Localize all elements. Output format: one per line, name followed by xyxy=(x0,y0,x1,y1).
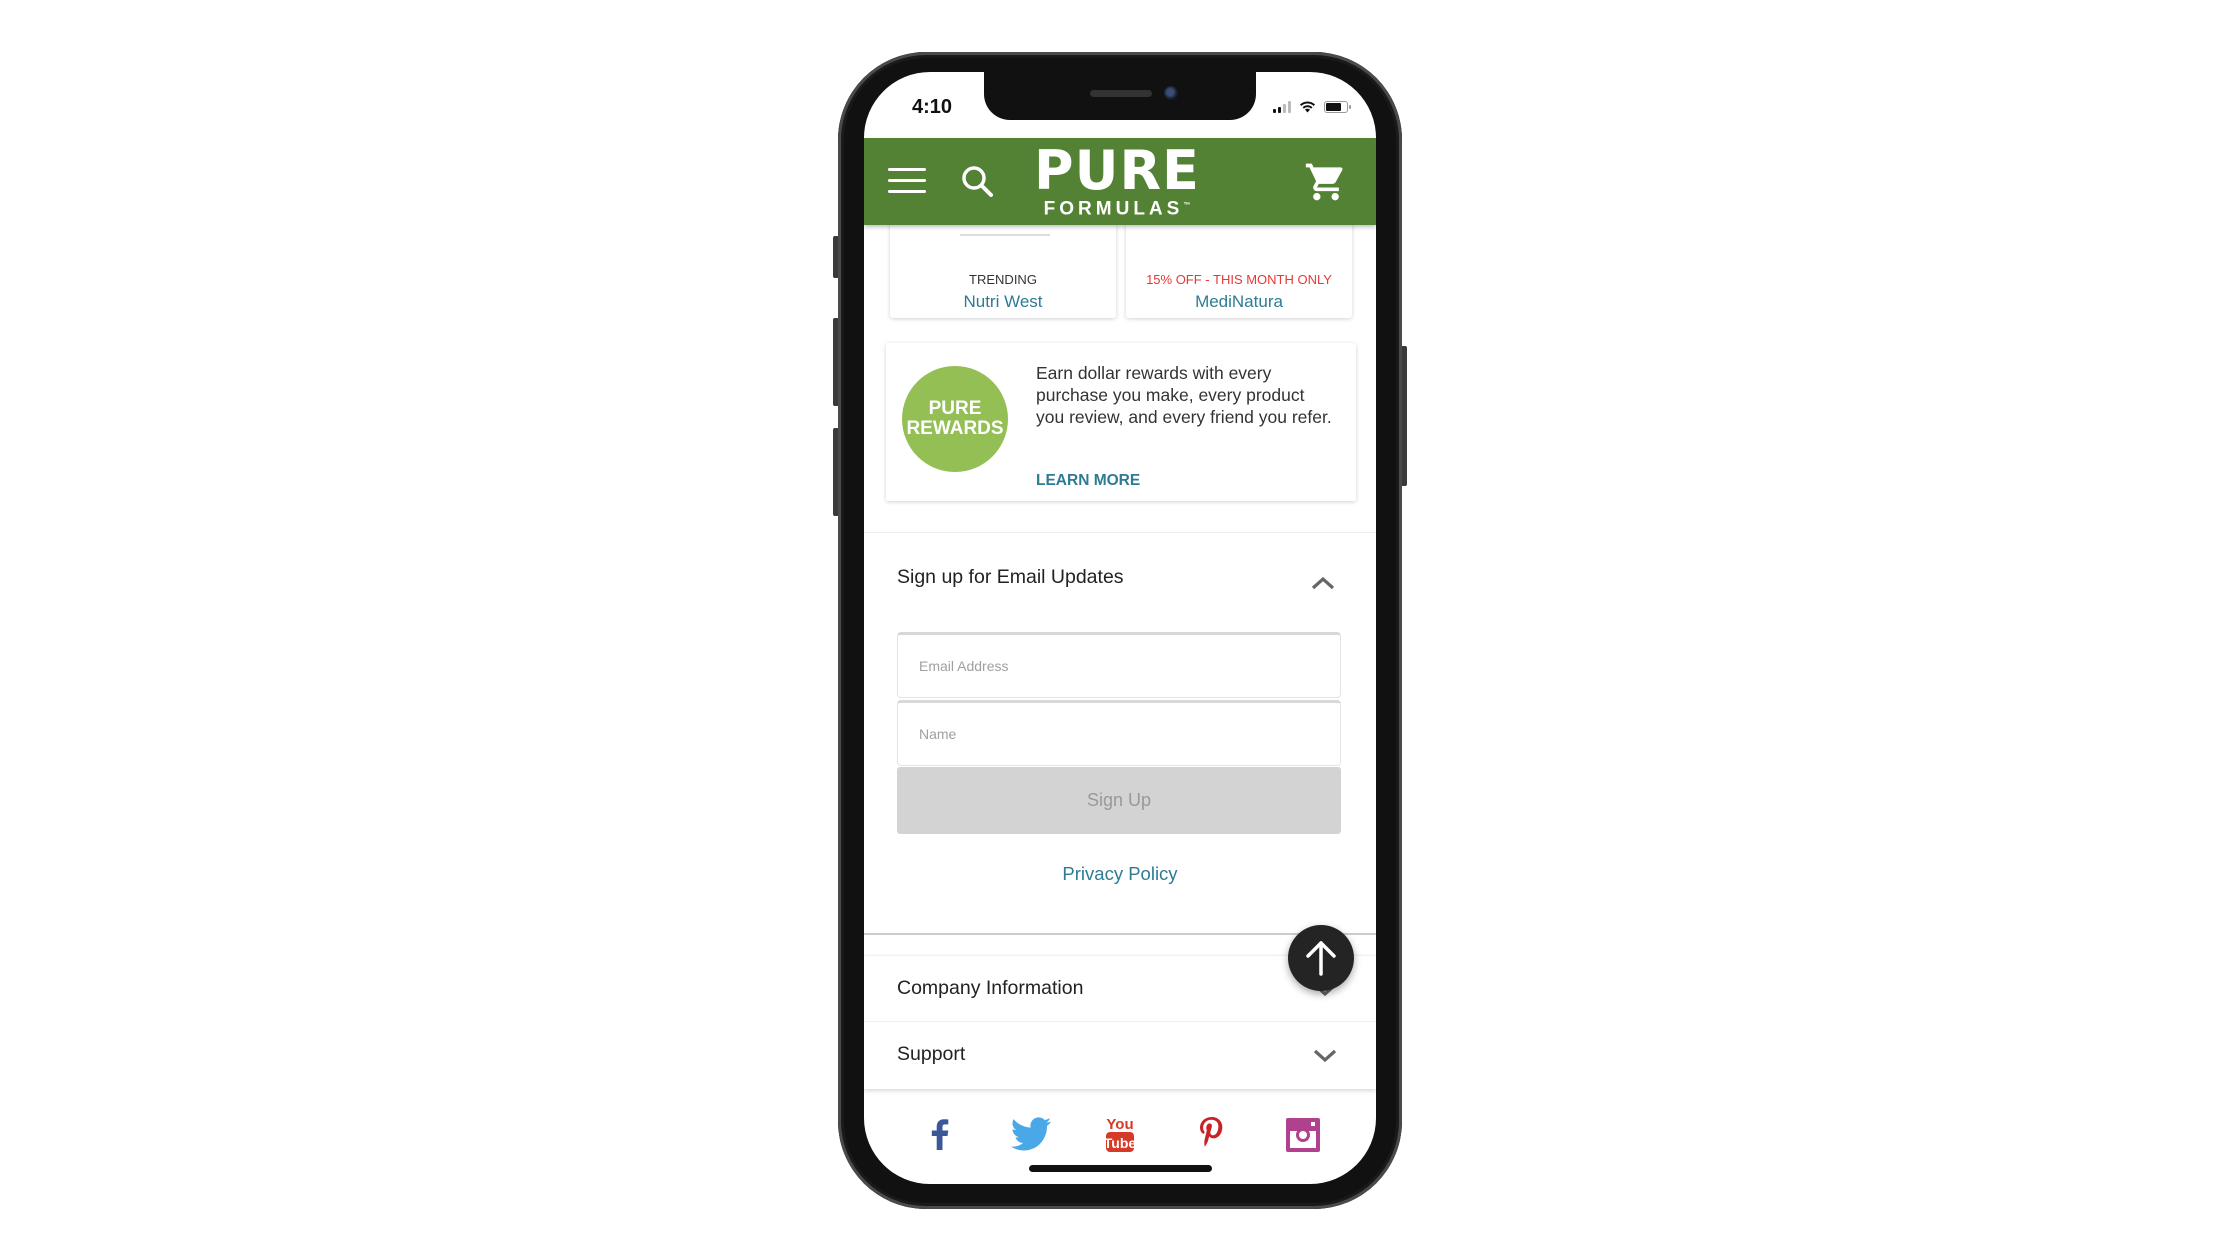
email-signup-title[interactable]: Sign up for Email Updates xyxy=(897,566,1124,589)
rewards-card: PURE REWARDS Earn dollar rewards with ev… xyxy=(886,343,1356,501)
status-time: 4:10 xyxy=(912,96,953,118)
twitter-link[interactable] xyxy=(1009,1112,1053,1156)
brand-name[interactable]: MediNatura xyxy=(1126,292,1352,312)
pinterest-icon xyxy=(1200,1117,1223,1147)
youtube-link[interactable]: You Tube xyxy=(1098,1112,1142,1156)
brand-name[interactable]: Nutri West xyxy=(890,292,1116,312)
sign-up-button[interactable]: Sign Up xyxy=(897,767,1341,834)
social-links: You Tube xyxy=(864,1112,1376,1160)
cart-icon[interactable] xyxy=(1304,160,1348,204)
twitter-icon xyxy=(1010,1117,1052,1151)
home-indicator[interactable] xyxy=(1029,1165,1212,1172)
brand-sale-tag: 15% OFF - THIS MONTH ONLY xyxy=(1146,272,1332,287)
privacy-policy-link[interactable]: Privacy Policy xyxy=(864,863,1376,885)
svg-text:Tube: Tube xyxy=(1104,1135,1137,1151)
facebook-icon xyxy=(931,1119,949,1150)
youtube-icon: You Tube xyxy=(1104,1116,1137,1152)
front-camera xyxy=(1164,86,1178,100)
brand-logo-underline xyxy=(960,234,1050,236)
back-to-top-button[interactable] xyxy=(1288,925,1354,991)
accordion-support[interactable]: Support xyxy=(864,1021,1376,1087)
site-header: PURE FORMULAS™ xyxy=(864,138,1376,225)
chevron-up-icon[interactable] xyxy=(1310,575,1336,591)
phone-screen: 4:10 PURE FORMULAS™ TRENDING Nutri West … xyxy=(864,72,1376,1184)
speaker-grille xyxy=(1090,90,1152,97)
instagram-icon xyxy=(1286,1118,1320,1152)
email-address-input[interactable] xyxy=(897,632,1341,698)
signal-icon xyxy=(1273,100,1291,113)
logo-formulas: FORMULAS™ xyxy=(1043,198,1191,220)
chevron-down-icon xyxy=(1313,1049,1337,1063)
brand-tag: TRENDING xyxy=(969,272,1037,287)
accordion-label: Company Information xyxy=(897,977,1084,999)
pinterest-link[interactable] xyxy=(1190,1112,1234,1156)
pure-rewards-badge: PURE REWARDS xyxy=(902,366,1008,472)
battery-icon xyxy=(1324,100,1351,113)
notch xyxy=(984,72,1256,120)
name-input[interactable] xyxy=(897,700,1341,766)
instagram-link[interactable] xyxy=(1280,1112,1324,1156)
site-logo[interactable]: PURE FORMULAS™ xyxy=(1032,144,1202,219)
menu-icon[interactable] xyxy=(888,168,926,194)
rewards-description: Earn dollar rewards with every purchase … xyxy=(1036,363,1332,427)
svg-text:You: You xyxy=(1106,1116,1133,1133)
search-icon[interactable] xyxy=(958,162,998,202)
wifi-icon xyxy=(1300,101,1315,113)
status-icons xyxy=(1273,100,1351,113)
logo-pure: PURE xyxy=(1034,139,1200,202)
battery-level xyxy=(1326,102,1341,111)
arrow-up-icon xyxy=(1306,941,1336,976)
accordion-label: Support xyxy=(897,1043,966,1065)
facebook-link[interactable] xyxy=(918,1112,962,1156)
learn-more-link[interactable]: LEARN MORE xyxy=(1036,472,1140,490)
section-divider xyxy=(864,532,1376,533)
